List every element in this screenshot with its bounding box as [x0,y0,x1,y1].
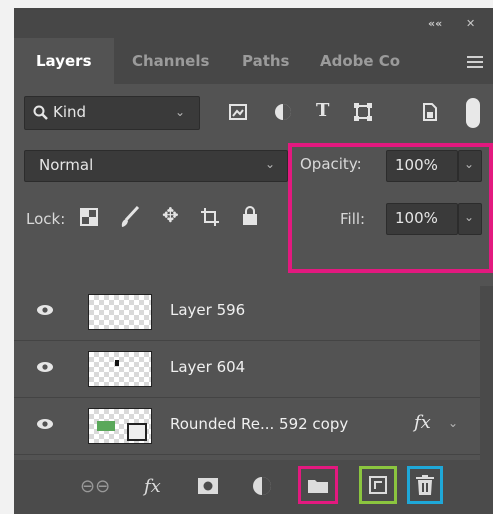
add-layer-style-button[interactable]: fx [144,476,161,497]
tab-layers[interactable]: Layers [36,52,92,70]
tab-adobe-color[interactable]: Adobe Co [320,52,400,70]
layers-panel: «« ✕ Layers Channels Paths Adobe Co Kind… [14,8,493,514]
tab-channels[interactable]: Channels [132,52,209,70]
panel-menu-icon[interactable] [467,56,483,68]
eye-icon[interactable] [36,418,54,430]
lock-artboard-icon[interactable] [200,207,220,227]
layer-name: Layer 596 [170,301,246,319]
pixel-filter-icon[interactable] [229,104,247,120]
add-mask-icon[interactable] [198,478,218,494]
new-layer-icon[interactable] [369,476,387,494]
lock-label: Lock: [26,210,66,228]
blend-mode-value: Normal [39,156,94,174]
smart-object-filter-icon[interactable] [422,103,438,121]
eye-icon[interactable] [36,304,54,316]
new-group-icon[interactable] [308,477,328,493]
layer-row[interactable]: Layer 604 [14,341,480,398]
layer-row[interactable]: Layer 596 [14,284,480,341]
lock-image-pixels-icon[interactable] [120,206,140,228]
chevron-down-icon: ⌄ [265,157,276,171]
layer-thumbnail [88,294,152,330]
layer-effects-icon[interactable]: fx [414,412,431,433]
layers-bottom-toolbar: ⊖⊖ fx [14,460,493,514]
layer-thumbnail [88,408,152,444]
filter-row: Kind ⌄ T [14,84,493,140]
thumbnail-content [115,360,119,366]
lock-position-icon[interactable]: ✥ [162,205,179,225]
opacity-fill-highlight [288,143,493,273]
layer-name: Rounded Re... 592 copy [170,415,349,433]
type-filter-icon[interactable]: T [316,102,329,120]
lock-transparent-pixels-icon[interactable] [80,208,98,226]
chevron-down-icon[interactable]: ⌄ [448,416,458,430]
filter-kind-label: Kind [53,103,87,121]
blend-mode-select[interactable]: Normal ⌄ [24,150,288,182]
new-adjustment-layer-icon[interactable] [252,476,272,496]
link-layers-icon[interactable]: ⊖⊖ [80,476,110,497]
collapse-panel-button[interactable]: «« [428,17,442,30]
layer-row[interactable]: Rounded Re... 592 copy fx ⌄ [14,398,480,455]
lock-all-icon[interactable] [242,205,258,227]
panel-tabs: Layers Channels Paths Adobe Co [14,38,493,84]
close-panel-button[interactable]: ✕ [466,17,475,30]
search-icon [33,105,48,120]
filter-toggle-switch[interactable] [466,98,480,128]
filter-kind-select[interactable]: Kind ⌄ [24,96,200,130]
chevron-down-icon: ⌄ [175,105,186,119]
layer-thumbnail [88,351,152,387]
eye-icon[interactable] [36,361,54,373]
adjustment-filter-icon[interactable] [274,103,292,121]
thumbnail-content [97,421,115,431]
layer-name: Layer 604 [170,358,246,376]
shape-filter-icon[interactable] [354,103,372,121]
panel-title-strip: «« ✕ [14,8,493,38]
trash-icon[interactable] [416,475,434,495]
tab-paths[interactable]: Paths [242,52,290,70]
vector-mask-icon [127,423,147,441]
